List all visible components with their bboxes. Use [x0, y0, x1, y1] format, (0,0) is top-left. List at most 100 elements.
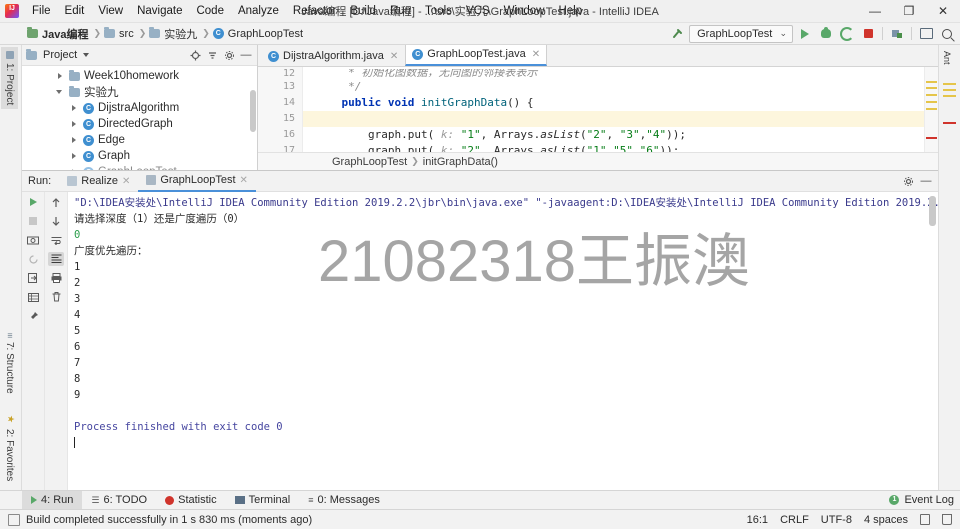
menu-edit[interactable]: Edit — [58, 3, 92, 19]
menu-tools[interactable]: Tools — [418, 3, 459, 19]
menu-window[interactable]: Window — [497, 3, 552, 19]
tree-item-experiment9[interactable]: 实验九 — [22, 84, 257, 100]
scroll-up-icon[interactable] — [48, 195, 64, 209]
breadcrumb-class-label[interactable]: GraphLoopTest — [332, 156, 407, 168]
warning-marker[interactable] — [926, 108, 937, 110]
scroll-down-icon[interactable] — [48, 214, 64, 228]
settings-gear-icon[interactable] — [222, 48, 236, 62]
chevron-right-icon[interactable] — [70, 104, 79, 113]
breadcrumb-project[interactable]: Java编程 — [24, 26, 93, 42]
warning-marker[interactable] — [926, 101, 937, 103]
search-everywhere-icon[interactable] — [938, 25, 956, 42]
menu-code[interactable]: Code — [189, 3, 231, 19]
chevron-right-icon[interactable] — [70, 136, 79, 145]
stop-icon[interactable] — [859, 25, 877, 42]
bottom-tab-todo[interactable]: ☰ 6: TODO — [82, 491, 156, 509]
run-tab-graphlooptest[interactable]: GraphLoopTest ✕ — [138, 171, 256, 192]
error-marker[interactable] — [926, 137, 937, 139]
hammer-icon[interactable] — [668, 25, 686, 42]
chevron-right-icon[interactable] — [70, 152, 79, 161]
print-icon[interactable] — [48, 271, 64, 285]
breadcrumb-src[interactable]: src — [101, 27, 139, 40]
close-icon[interactable]: ✕ — [390, 51, 398, 62]
code-view[interactable]: 12 13 14 15 16 17 * 初始化图数据，无向图的邻接表表示 */ … — [258, 67, 938, 152]
event-log-button[interactable]: Event Log — [904, 494, 954, 506]
chevron-right-icon[interactable] — [70, 168, 79, 170]
settings-gear-icon[interactable] — [901, 174, 915, 188]
breadcrumb-method-label[interactable]: initGraphData() — [423, 156, 498, 168]
debug-icon[interactable] — [817, 25, 835, 42]
rerun-icon[interactable] — [25, 195, 41, 209]
tree-item-dijstraalgorithm[interactable]: C DijstraAlgorithm — [22, 100, 257, 116]
collapse-all-icon[interactable] — [205, 48, 219, 62]
bottom-tab-statistic[interactable]: Statistic — [156, 491, 226, 509]
soft-wrap-icon[interactable] — [48, 233, 64, 247]
maximize-button[interactable]: ❐ — [892, 0, 926, 22]
tab-dijstraalgorithm[interactable]: C DijstraAlgorithm.java ✕ — [261, 45, 405, 66]
minimize-button[interactable]: — — [858, 0, 892, 22]
file-encoding[interactable]: UTF-8 — [821, 514, 852, 526]
scroll-to-end-icon[interactable] — [48, 252, 64, 266]
breadcrumb-class[interactable]: C GraphLoopTest — [210, 28, 308, 40]
project-tree[interactable]: Week10homework 实验九 C DijstraAlgorithm C … — [22, 66, 257, 170]
menu-run[interactable]: Run — [383, 3, 418, 19]
rerun-failed-icon[interactable] — [25, 252, 41, 266]
run-icon[interactable] — [796, 25, 814, 42]
bottom-tab-run[interactable]: 4: Run — [22, 491, 83, 509]
line-separator[interactable]: CRLF — [780, 514, 809, 526]
close-icon[interactable]: ✕ — [240, 175, 248, 186]
close-icon[interactable]: ✕ — [532, 49, 540, 60]
chevron-right-icon[interactable] — [70, 120, 79, 129]
editor-marker-gutter[interactable] — [924, 67, 938, 152]
menu-help[interactable]: Help — [551, 3, 589, 19]
read-only-toggle-icon[interactable] — [920, 514, 930, 525]
close-icon[interactable]: ✕ — [122, 176, 130, 187]
chevron-right-icon[interactable] — [56, 72, 65, 81]
sidebar-item-favorites[interactable]: ★ 2: Favorites — [1, 411, 18, 485]
tree-item-week10homework[interactable]: Week10homework — [22, 68, 257, 84]
chevron-down-icon[interactable] — [56, 88, 65, 97]
console-scrollbar[interactable] — [929, 196, 936, 226]
update-project-icon[interactable] — [888, 25, 906, 42]
locate-icon[interactable] — [188, 48, 202, 62]
menu-vcs[interactable]: VCS — [459, 3, 497, 19]
warning-marker[interactable] — [926, 94, 937, 96]
warning-marker[interactable] — [926, 87, 937, 89]
pin-icon[interactable] — [25, 309, 41, 323]
hide-icon[interactable]: — — [239, 48, 253, 62]
tree-item-edge[interactable]: C Edge — [22, 132, 257, 148]
tree-item-directedgraph[interactable]: C DirectedGraph — [22, 116, 257, 132]
run-with-coverage-icon[interactable] — [838, 25, 856, 42]
editor-gutter[interactable]: 12 13 14 15 16 17 — [258, 67, 303, 152]
layout-icon[interactable] — [917, 25, 935, 42]
menu-navigate[interactable]: Navigate — [130, 3, 189, 19]
caret-position[interactable]: 16:1 — [747, 514, 768, 526]
chevron-down-icon[interactable] — [83, 53, 90, 57]
menu-build[interactable]: Build — [343, 3, 383, 19]
tree-item-graph[interactable]: C Graph — [22, 148, 257, 164]
run-tab-realize[interactable]: Realize ✕ — [59, 172, 138, 191]
menu-refactor[interactable]: Refactor — [286, 3, 343, 19]
sidebar-item-structure[interactable]: ≡ 7: Structure — [1, 329, 18, 398]
breadcrumb-package[interactable]: 实验九 — [146, 26, 202, 42]
console-output[interactable]: 21082318王振澳 "D:\IDEA安装处\IntelliJ IDEA Co… — [68, 192, 938, 490]
sidebar-item-project[interactable]: 1: Project — [1, 47, 18, 110]
menu-file[interactable]: File — [25, 3, 58, 19]
delete-icon[interactable] — [942, 514, 952, 525]
tab-graphlooptest[interactable]: C GraphLoopTest.java ✕ — [405, 43, 548, 66]
print-layout-icon[interactable] — [25, 290, 41, 304]
run-configuration-selector[interactable]: GraphLoopTest ⌄ — [689, 24, 793, 43]
bottom-tab-messages[interactable]: ≡ 0: Messages — [299, 491, 389, 509]
tree-item-graphlooptest[interactable]: C GraphLoopTest — [22, 164, 257, 170]
warning-marker[interactable] — [926, 81, 937, 83]
clear-all-icon[interactable] — [48, 290, 64, 304]
bottom-tab-terminal[interactable]: Terminal — [226, 491, 300, 509]
code-text[interactable]: * 初始化图数据，无向图的邻接表表示 */ public void initGr… — [303, 67, 924, 152]
indent-setting[interactable]: 4 spaces — [864, 514, 908, 526]
export-icon[interactable] — [25, 271, 41, 285]
camera-icon[interactable] — [25, 233, 41, 247]
project-tree-scrollbar[interactable] — [250, 90, 256, 132]
close-button[interactable]: ✕ — [926, 0, 960, 22]
stop-icon[interactable] — [25, 214, 41, 228]
menu-analyze[interactable]: Analyze — [231, 3, 286, 19]
